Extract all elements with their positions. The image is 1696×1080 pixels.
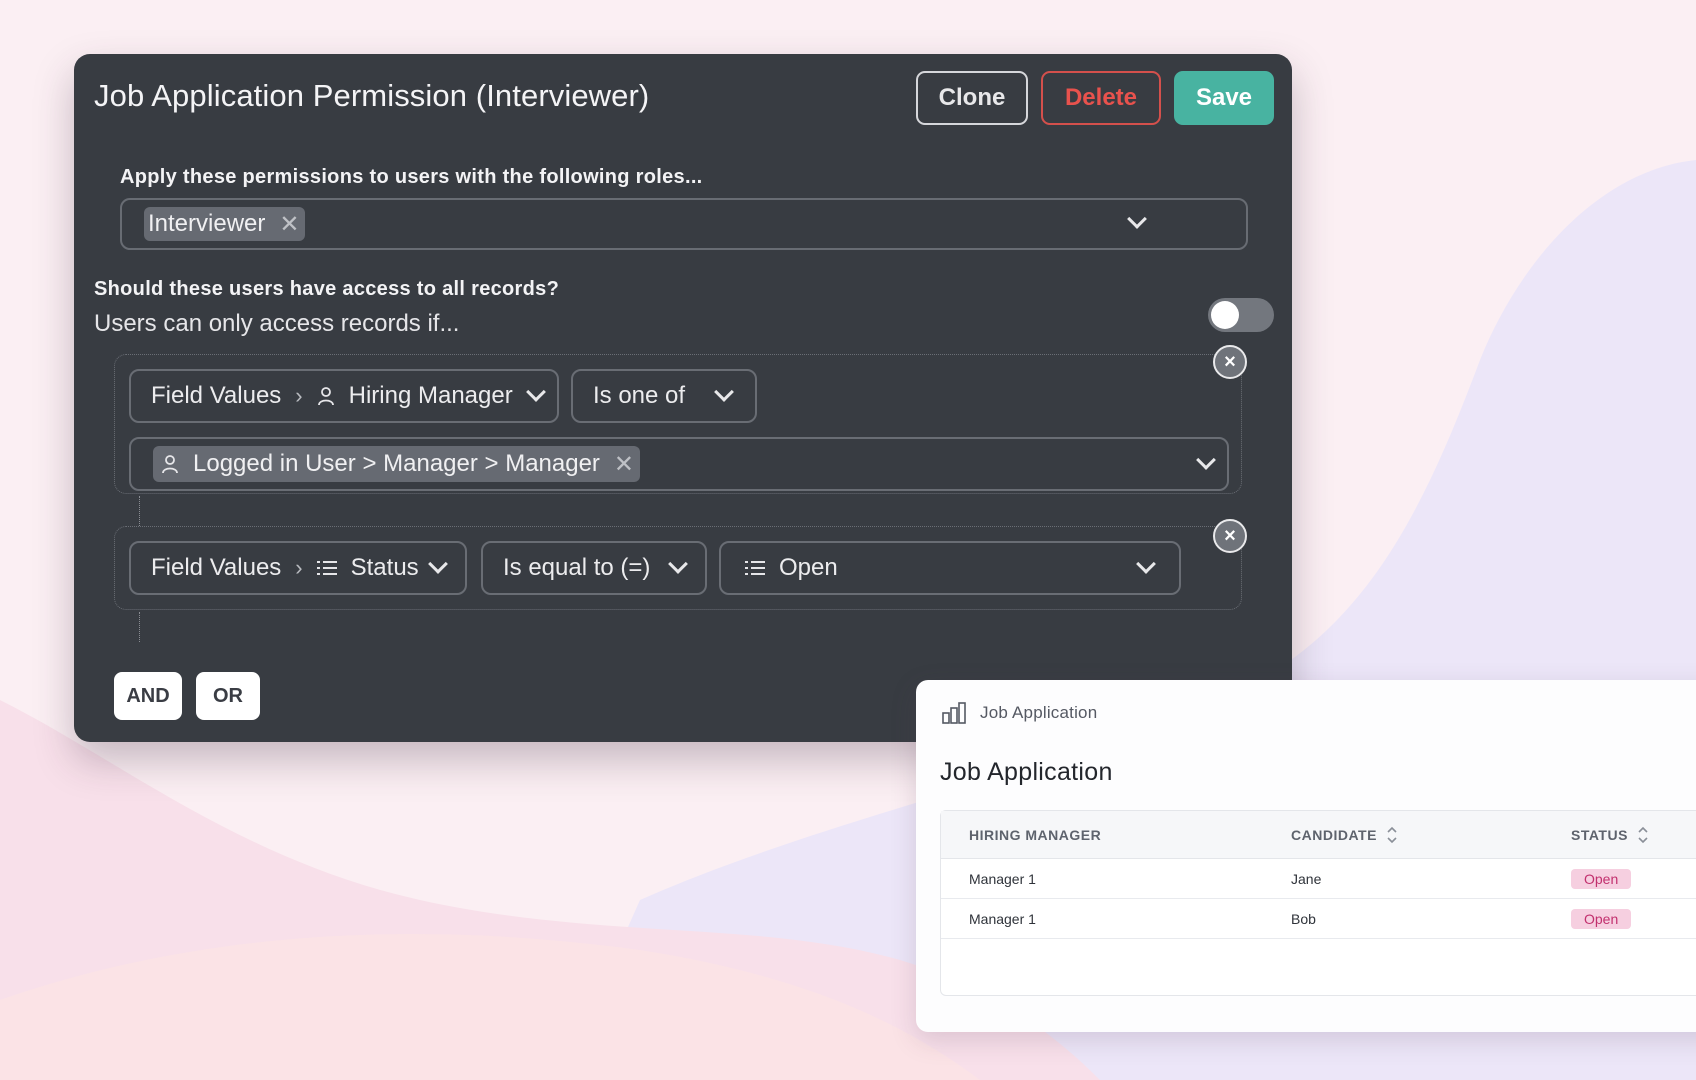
- role-chip: Interviewer ✕: [144, 207, 306, 241]
- column-header-status[interactable]: STATUS: [1571, 811, 1648, 859]
- breadcrumb-label: Job Application: [980, 703, 1098, 722]
- column-header-label: STATUS: [1571, 827, 1628, 843]
- job-application-card: Job Application Job Application HIRING M…: [916, 680, 1696, 1032]
- records-table: HIRING MANAGER CANDIDATE STATUS Manager …: [940, 810, 1696, 996]
- cell-status: Open: [1571, 899, 1632, 939]
- or-button[interactable]: OR: [196, 672, 260, 720]
- chevron-down-icon: [668, 554, 688, 574]
- group-connector: [139, 612, 140, 642]
- chevron-down-icon: [526, 382, 546, 402]
- remove-value-icon[interactable]: ✕: [614, 450, 634, 479]
- cell-candidate: Bob: [1291, 911, 1316, 927]
- operator-select-2[interactable]: Is equal to (=): [481, 541, 707, 595]
- save-button[interactable]: Save: [1174, 71, 1274, 125]
- roles-label: Apply these permissions to users with th…: [120, 166, 703, 188]
- operator-label: Is equal to (=): [503, 554, 651, 581]
- roles-select[interactable]: Interviewer ✕: [120, 198, 1248, 250]
- status-badge: Open: [1571, 909, 1632, 929]
- chevron-down-icon: [1196, 450, 1216, 470]
- status-badge: Open: [1571, 869, 1632, 889]
- cell-candidate: Jane: [1291, 871, 1322, 887]
- column-header-label: CANDIDATE: [1291, 827, 1377, 843]
- value-chip-label: Logged in User > Manager > Manager: [193, 450, 600, 477]
- value-chip: Logged in User > Manager > Manager ✕: [153, 446, 641, 482]
- access-all-label: Should these users have access to all re…: [94, 278, 560, 300]
- column-header-candidate[interactable]: CANDIDATE: [1291, 811, 1397, 859]
- clone-button[interactable]: Clone: [916, 71, 1028, 125]
- list-icon: [316, 561, 337, 575]
- chevron-down-icon: [1136, 554, 1156, 574]
- remove-condition-1-button[interactable]: ×: [1213, 345, 1247, 379]
- field-selector-status[interactable]: Field Values › Status: [129, 541, 467, 595]
- cell-hiring-manager: Manager 1: [969, 871, 1036, 887]
- toggle-knob: [1211, 301, 1239, 329]
- list-icon: [745, 561, 765, 575]
- and-button[interactable]: AND: [114, 672, 182, 720]
- card-breadcrumb: Job Application: [942, 702, 1097, 724]
- person-icon: [317, 387, 334, 406]
- condition-group-1: Field Values › Hiring Manager Is one of …: [114, 354, 1242, 494]
- chevron-right-icon: ›: [295, 555, 303, 580]
- field-prefix-label: Field Values: [151, 382, 282, 409]
- chevron-down-icon: [428, 554, 448, 574]
- bar-chart-icon: [942, 702, 966, 724]
- cell-hiring-manager: Manager 1: [969, 911, 1036, 927]
- field-label: Hiring Manager: [348, 382, 513, 409]
- remove-role-icon[interactable]: ✕: [279, 210, 299, 239]
- chevron-down-icon[interactable]: [1127, 209, 1147, 229]
- value-select-1[interactable]: Logged in User > Manager > Manager ✕: [129, 437, 1229, 491]
- panel-title: Job Application Permission (Interviewer): [94, 78, 650, 113]
- operator-select-1[interactable]: Is one of: [571, 369, 757, 423]
- operator-label: Is one of: [593, 382, 686, 409]
- card-title: Job Application: [940, 758, 1113, 786]
- field-label: Status: [350, 554, 419, 581]
- table-row[interactable]: Manager 1 Bob Open: [941, 899, 1696, 939]
- value-label: Open: [779, 554, 838, 581]
- chevron-down-icon: [714, 382, 734, 402]
- cell-status: Open: [1571, 859, 1632, 899]
- column-header-hiring-manager[interactable]: HIRING MANAGER: [969, 811, 1101, 859]
- value-select-2[interactable]: Open: [719, 541, 1181, 595]
- access-all-toggle[interactable]: [1208, 298, 1274, 332]
- sort-icon[interactable]: [1387, 825, 1397, 845]
- group-connector: [139, 496, 140, 526]
- remove-condition-2-button[interactable]: ×: [1213, 519, 1247, 553]
- field-prefix-label: Field Values: [151, 554, 282, 581]
- table-row[interactable]: Manager 1 Jane Open: [941, 859, 1696, 899]
- chevron-right-icon: ›: [295, 383, 303, 408]
- condition-intro: Users can only access records if...: [94, 310, 460, 337]
- person-icon: [162, 455, 178, 474]
- sort-icon[interactable]: [1638, 825, 1648, 845]
- condition-group-2: Field Values › Status Is equal to (=) Op…: [114, 526, 1242, 610]
- role-chip-label: Interviewer: [148, 210, 266, 237]
- delete-button[interactable]: Delete: [1041, 71, 1161, 125]
- permission-panel: Job Application Permission (Interviewer)…: [74, 54, 1292, 742]
- field-selector-hiring-manager[interactable]: Field Values › Hiring Manager: [129, 369, 559, 423]
